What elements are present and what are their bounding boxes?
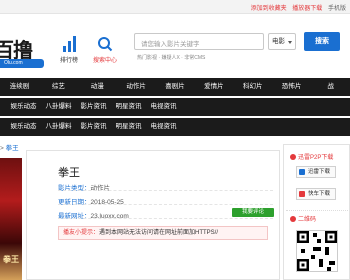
flashget-icon bbox=[299, 191, 305, 197]
hot-keywords: 热门影视 · 嫌疑人X · 非常CMS bbox=[137, 55, 206, 61]
qr-title: 二维码 bbox=[298, 217, 317, 223]
subnav-ent-news[interactable]: 娱乐动态 bbox=[6, 118, 41, 136]
nav-item-anime[interactable]: 动漫 bbox=[78, 78, 117, 96]
nav-item-tv-series[interactable]: 连续剧 bbox=[0, 78, 39, 96]
dot-icon bbox=[290, 154, 296, 160]
subnav-movie-news[interactable]: 影片资讯 bbox=[76, 98, 111, 116]
nav-item-war[interactable]: 战 bbox=[311, 78, 350, 96]
top-links: 添加到收藏夹 播放器下载 手机版 bbox=[247, 3, 346, 12]
search-category-value: 电影 bbox=[272, 38, 285, 45]
subnav-tv-news[interactable]: 电视资讯 bbox=[146, 118, 181, 136]
row-divider bbox=[58, 204, 273, 205]
breadcrumb: > 拳王 bbox=[0, 142, 19, 152]
search-center-icon bbox=[96, 36, 114, 52]
subnav-ent-news[interactable]: 娱乐动态 bbox=[6, 98, 41, 116]
breadcrumb-current[interactable]: 拳王 bbox=[6, 145, 19, 152]
flashget-download-label: 快车下载 bbox=[308, 191, 331, 197]
qr-code-image bbox=[296, 230, 338, 272]
subnav-gossip[interactable]: 八卦爆料 bbox=[41, 118, 76, 136]
thunder-icon bbox=[299, 169, 305, 175]
dot-icon bbox=[290, 216, 296, 222]
nav-item-comedy[interactable]: 喜剧片 bbox=[156, 78, 195, 96]
bookmark-link[interactable]: 添加到收藏夹 bbox=[251, 6, 287, 12]
search-center-link[interactable]: 搜索中心 bbox=[92, 36, 118, 64]
ranking-label: 排行榜 bbox=[59, 58, 78, 64]
search-category-select[interactable]: 电影 bbox=[268, 33, 296, 50]
comment-button[interactable]: 我要评论 bbox=[232, 208, 274, 217]
p2p-download-heading: 迅雷P2P下载 bbox=[290, 152, 333, 161]
mobile-link[interactable]: 手机版 bbox=[328, 6, 346, 12]
notice-text: 遇到本网站无法访问请在网址前面加HTTPS// bbox=[99, 230, 219, 236]
ranking-link[interactable]: 排行榜 bbox=[56, 36, 82, 64]
row-divider bbox=[58, 190, 273, 191]
notice-label: 播友小提示： bbox=[63, 230, 100, 236]
qr-heading: 二维码 bbox=[290, 214, 316, 223]
nav-item-romance[interactable]: 爱情片 bbox=[194, 78, 233, 96]
nav-item-action[interactable]: 动作片 bbox=[117, 78, 156, 96]
nav-item-variety[interactable]: 综艺 bbox=[39, 78, 78, 96]
site-logo-domain: Olu.com bbox=[0, 59, 44, 68]
nav-item-horror[interactable]: 恐怖片 bbox=[272, 78, 311, 96]
logo-domain-text: Olu.com bbox=[4, 60, 23, 66]
sidebar-divider bbox=[286, 210, 348, 211]
chevron-down-icon bbox=[288, 41, 292, 44]
player-download-link[interactable]: 播放器下载 bbox=[292, 6, 322, 12]
thunder-download-label: 迅雷下载 bbox=[308, 169, 331, 175]
search-center-label: 搜索中心 bbox=[92, 58, 117, 64]
movie-title: 拳王 bbox=[58, 167, 80, 179]
row-divider bbox=[58, 218, 273, 219]
movie-poster[interactable]: 拳王 bbox=[0, 158, 22, 280]
poster-title: 拳王 bbox=[3, 255, 19, 264]
subnav-movie-news[interactable]: 影片资讯 bbox=[76, 118, 111, 136]
subnav-star-news[interactable]: 明星资讯 bbox=[111, 98, 146, 116]
top-bar: 添加到收藏夹 播放器下载 手机版 bbox=[0, 0, 350, 14]
bar-chart-icon bbox=[60, 36, 78, 52]
sub-nav-2: 娱乐动态 八卦爆料 影片资讯 明星资讯 电视资讯 bbox=[0, 118, 350, 136]
p2p-download-title: 迅雷P2P下载 bbox=[298, 155, 334, 161]
thunder-download-button[interactable]: 迅雷下载 bbox=[296, 166, 336, 178]
search-button[interactable]: 搜索 bbox=[304, 32, 340, 51]
sub-nav-1: 娱乐动态 八卦爆料 影片资讯 明星资讯 电视资讯 bbox=[0, 98, 350, 116]
flashget-download-button[interactable]: 快车下载 bbox=[296, 188, 336, 200]
nav-item-scifi[interactable]: 科幻片 bbox=[233, 78, 272, 96]
search-input[interactable]: 请您输入影片关键字 bbox=[134, 33, 264, 50]
search-placeholder: 请您输入影片关键字 bbox=[141, 41, 200, 48]
subnav-tv-news[interactable]: 电视资讯 bbox=[146, 98, 181, 116]
subnav-gossip[interactable]: 八卦爆料 bbox=[41, 98, 76, 116]
subnav-star-news[interactable]: 明星资讯 bbox=[111, 118, 146, 136]
main-nav: 连续剧 综艺 动漫 动作片 喜剧片 爱情片 科幻片 恐怖片 战 bbox=[0, 78, 350, 96]
notice-bar: 播友小提示：遇到本网站无法访问请在网址前面加HTTPS// bbox=[58, 226, 268, 240]
